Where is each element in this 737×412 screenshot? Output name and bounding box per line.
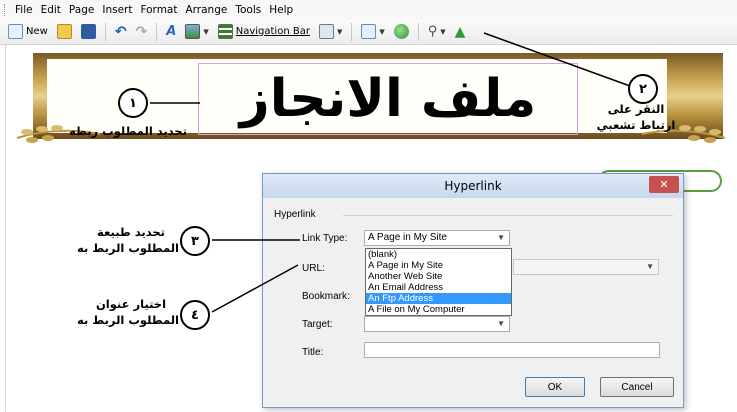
link-type-label: Link Type: (302, 233, 348, 244)
insert-picture-button[interactable]: ▼ (183, 22, 210, 42)
menu-file[interactable]: File (15, 4, 33, 16)
link-type-value: A Page in My Site (368, 232, 447, 243)
chevron-down-icon: ▼ (336, 27, 343, 36)
link-type-option[interactable]: A File on My Computer (366, 304, 511, 315)
text-style-button[interactable]: A (164, 22, 178, 42)
group-divider (343, 215, 673, 216)
open-button[interactable] (55, 22, 74, 42)
dialog-title-bar[interactable]: Hyperlink ✕ (263, 174, 683, 198)
hyperlink-globe-icon (393, 24, 409, 39)
menu-tools[interactable]: Tools (235, 4, 261, 16)
menu-format[interactable]: Format (140, 4, 177, 16)
menu-grip (4, 3, 7, 16)
menu-bar: File Edit Page Insert Format Arrange Too… (0, 0, 737, 19)
annotation-3-line2: المطلوب الربط به (77, 241, 179, 255)
edit-pencil-icon (361, 24, 377, 39)
up-button[interactable]: ▲ (453, 22, 468, 42)
chevron-down-icon: ▼ (203, 27, 209, 36)
redo-icon: ↷ (135, 23, 148, 40)
toolbar-separator (417, 22, 419, 41)
url-label: URL: (302, 263, 325, 274)
undo-button[interactable]: ↶ (113, 22, 129, 42)
menu-edit[interactable]: Edit (41, 4, 61, 16)
chevron-down-icon: ▼ (497, 319, 505, 328)
component-icon (318, 24, 334, 39)
chevron-down-icon: ▼ (379, 27, 385, 36)
annotation-2-line1: النقر على (607, 102, 665, 116)
banner-title: ملف الانجاز (239, 69, 537, 129)
menu-help[interactable]: Help (269, 4, 293, 16)
menu-page[interactable]: Page (69, 4, 94, 16)
close-button[interactable]: ✕ (649, 176, 679, 193)
save-button[interactable] (79, 22, 98, 42)
ok-button[interactable]: OK (525, 377, 585, 397)
edit-button[interactable]: ▼ (359, 22, 386, 42)
zoom-icon: ⚲ (427, 24, 438, 39)
link-type-option[interactable]: (blank) (366, 249, 511, 260)
title-input[interactable] (364, 342, 660, 358)
hyperlink-dialog: Hyperlink ✕ Hyperlink Link Type: A Page … (262, 173, 684, 408)
dialog-title: Hyperlink (444, 179, 502, 193)
navigation-bar-button[interactable]: Navigation Bar (216, 22, 312, 42)
arrow-up-icon: ▲ (454, 23, 466, 40)
navigation-bar-icon (217, 24, 233, 39)
annotation-number-3: ٣ (180, 226, 210, 256)
hyperlink-button[interactable] (392, 22, 411, 42)
link-type-option[interactable]: An Email Address (366, 282, 511, 293)
link-type-option[interactable]: A Page in My Site (366, 260, 511, 271)
redo-button[interactable]: ↷ (134, 22, 150, 42)
cancel-button[interactable]: Cancel (600, 377, 674, 397)
annotation-1-text: تحديد المطلوب ربطه (69, 124, 187, 138)
picture-icon (185, 24, 201, 39)
save-icon (80, 24, 96, 39)
menu-insert[interactable]: Insert (102, 4, 132, 16)
annotation-2-line2: ارتباط تشعبي (596, 118, 676, 132)
new-label: New (26, 26, 48, 37)
group-label: Hyperlink (274, 209, 316, 220)
zoom-button[interactable]: ⚲ ▼ (426, 22, 448, 42)
target-label: Target: (302, 319, 333, 330)
link-type-option[interactable]: Another Web Site (366, 271, 511, 282)
chevron-down-icon: ▼ (440, 27, 446, 36)
chevron-down-icon: ▼ (646, 262, 654, 271)
undo-icon: ↶ (114, 23, 127, 40)
insert-component-button[interactable]: ▼ (317, 22, 344, 42)
new-page-icon (8, 24, 23, 39)
chevron-down-icon: ▼ (497, 233, 505, 242)
title-label: Title: (302, 347, 324, 358)
text-style-icon: A (166, 24, 177, 39)
menu-arrange[interactable]: Arrange (185, 4, 227, 16)
link-type-select[interactable]: A Page in My Site ▼ (364, 230, 510, 246)
target-select[interactable]: ▼ (364, 316, 510, 332)
link-type-option-selected[interactable]: An Ftp Address (366, 293, 511, 304)
toolbar-separator (351, 22, 353, 41)
annotation-number-4: ٤ (180, 300, 210, 330)
toolbar: New ↶ ↷ A ▼ Navigation Bar ▼ ▼ ⚲ ▼ ▲ (0, 19, 737, 45)
toolbar-separator (156, 22, 158, 41)
annotation-4-line2: المطلوب الربط به (77, 313, 179, 327)
new-button[interactable]: New (6, 22, 50, 42)
banner-title-box[interactable]: ملف الانجاز (198, 63, 578, 135)
close-icon: ✕ (659, 178, 669, 191)
folder-icon (56, 24, 72, 39)
link-type-dropdown-list[interactable]: (blank) A Page in My Site Another Web Si… (365, 248, 512, 316)
url-field[interactable]: ▼ (513, 259, 659, 275)
toolbar-separator (104, 22, 106, 41)
annotation-3-line1: تحديد طبيعة (97, 225, 165, 239)
annotation-number-2: ٢ (628, 74, 658, 104)
annotation-4-line1: اختيار عنوان (95, 297, 167, 311)
annotation-number-1: ١ (118, 88, 148, 118)
navigation-bar-label: Navigation Bar (235, 26, 310, 37)
bookmark-label: Bookmark: (302, 291, 350, 302)
